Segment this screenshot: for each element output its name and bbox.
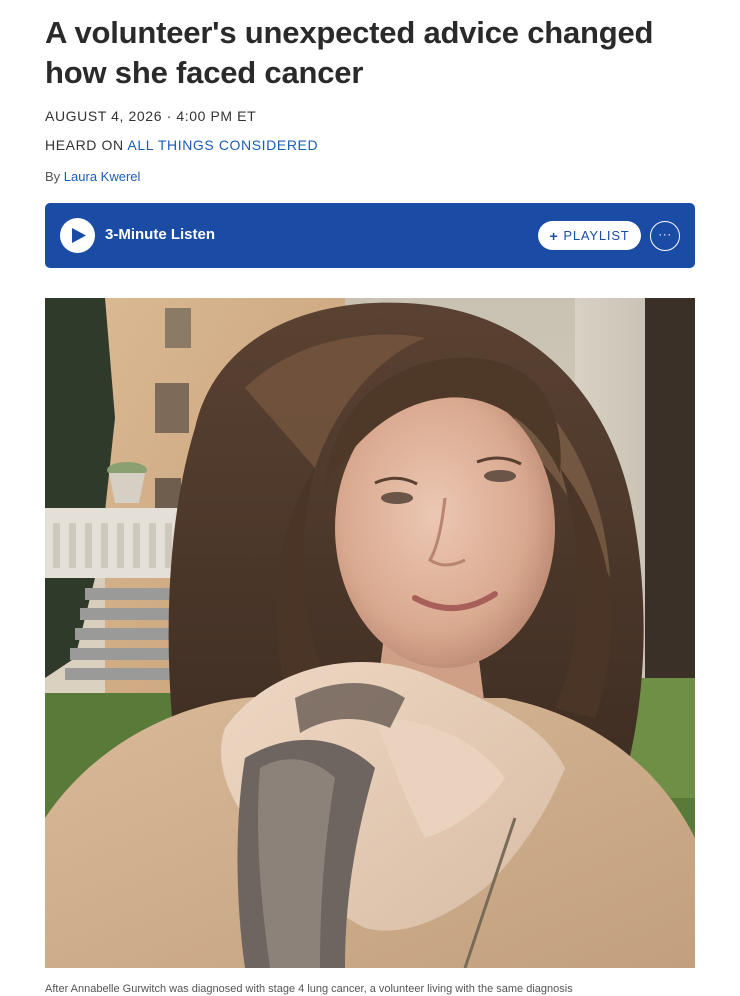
more-options-button[interactable]: ···	[650, 221, 680, 251]
byline-prefix: By	[45, 169, 64, 184]
program-link[interactable]: ALL THINGS CONSIDERED	[127, 137, 318, 153]
plus-icon: +	[549, 227, 559, 244]
photo-caption: After Annabelle Gurwitch was diagnosed w…	[45, 983, 573, 995]
article-headline: A volunteer's unexpected advice changed …	[45, 15, 654, 90]
byline: By Laura Kwerel	[45, 169, 140, 184]
audio-player: 3-Minute Listen + PLAYLIST ···	[45, 203, 695, 268]
article-photo	[45, 298, 695, 968]
add-to-playlist-button[interactable]: + PLAYLIST	[538, 221, 641, 250]
heard-on-prefix: HEARD ON	[45, 137, 128, 153]
playlist-label: PLAYLIST	[563, 228, 630, 243]
article-date: AUGUST 4, 2026 · 4:00 PM ET	[45, 108, 257, 124]
listen-duration-label: 3-Minute Listen	[105, 226, 216, 243]
heard-on-line: HEARD ON ALL THINGS CONSIDERED	[45, 137, 318, 153]
portrait-photo	[45, 298, 695, 968]
play-button[interactable]	[60, 218, 95, 253]
author-link[interactable]: Laura Kwerel	[64, 169, 141, 184]
play-icon	[72, 228, 86, 243]
